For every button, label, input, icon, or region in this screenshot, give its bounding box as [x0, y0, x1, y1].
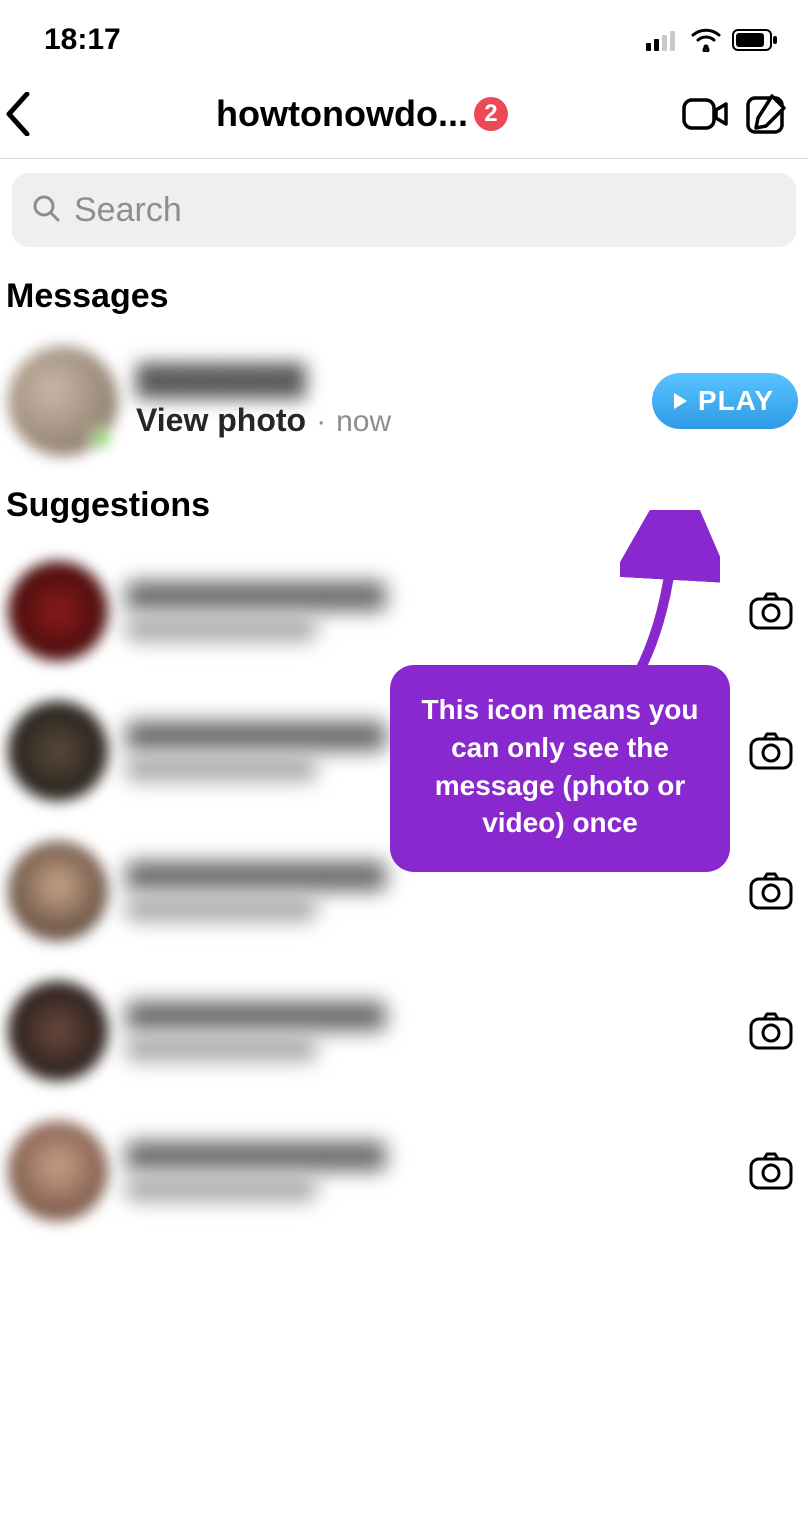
messages-heading: Messages: [0, 261, 808, 332]
battery-icon: [732, 29, 778, 51]
suggestion-sub: [126, 1037, 316, 1061]
suggestions-heading: Suggestions: [0, 470, 808, 541]
video-call-button[interactable]: [682, 90, 730, 138]
avatar[interactable]: [8, 981, 108, 1081]
suggestion-name: [126, 1001, 386, 1031]
header: howtonowdo... 2: [0, 70, 808, 159]
suggestion-row[interactable]: [0, 1101, 808, 1241]
avatar[interactable]: [8, 701, 108, 801]
message-sender-name: ████████: [136, 364, 634, 398]
suggestion-sub: [126, 897, 316, 921]
suggestion-name: [126, 861, 386, 891]
avatar[interactable]: [8, 841, 108, 941]
notification-badge: 2: [474, 97, 508, 131]
message-body: ████████ View photo · now: [136, 364, 634, 439]
suggestion-sub: [126, 757, 316, 781]
avatar[interactable]: [8, 346, 118, 456]
back-button[interactable]: [0, 90, 42, 138]
search-bar[interactable]: [12, 173, 796, 247]
header-username: howtonowdo...: [216, 93, 468, 135]
suggestion-row[interactable]: [0, 961, 808, 1101]
camera-button[interactable]: [744, 724, 798, 778]
online-indicator: [90, 428, 112, 450]
suggestion-name: [126, 581, 386, 611]
message-row[interactable]: ████████ View photo · now PLAY: [0, 332, 808, 470]
suggestion-row[interactable]: [0, 541, 808, 681]
suggestion-sub: [126, 617, 316, 641]
message-preview: View photo: [136, 402, 306, 439]
avatar[interactable]: [8, 561, 108, 661]
suggestion-name: [126, 721, 386, 751]
play-button[interactable]: PLAY: [652, 373, 798, 429]
camera-button[interactable]: [744, 584, 798, 638]
avatar[interactable]: [8, 1121, 108, 1221]
play-icon: [672, 392, 688, 410]
status-right: [646, 28, 778, 52]
wifi-icon: [690, 28, 722, 52]
search-wrap: [0, 159, 808, 261]
separator-dot: ·: [316, 405, 326, 439]
suggestion-name: [126, 1141, 386, 1171]
header-title-wrap[interactable]: howtonowdo... 2: [54, 93, 670, 135]
status-bar: 18:17: [0, 0, 808, 70]
status-time: 18:17: [44, 23, 121, 57]
camera-button[interactable]: [744, 1144, 798, 1198]
annotation-callout: This icon means you can only see the mes…: [390, 665, 730, 872]
search-icon: [32, 194, 60, 227]
cellular-icon: [646, 29, 680, 51]
play-label: PLAY: [698, 385, 774, 417]
compose-button[interactable]: [742, 90, 790, 138]
suggestion-sub: [126, 1177, 316, 1201]
camera-button[interactable]: [744, 864, 798, 918]
annotation-text: This icon means you can only see the mes…: [422, 694, 699, 838]
search-input[interactable]: [74, 191, 776, 230]
camera-button[interactable]: [744, 1004, 798, 1058]
message-time: now: [336, 405, 391, 439]
